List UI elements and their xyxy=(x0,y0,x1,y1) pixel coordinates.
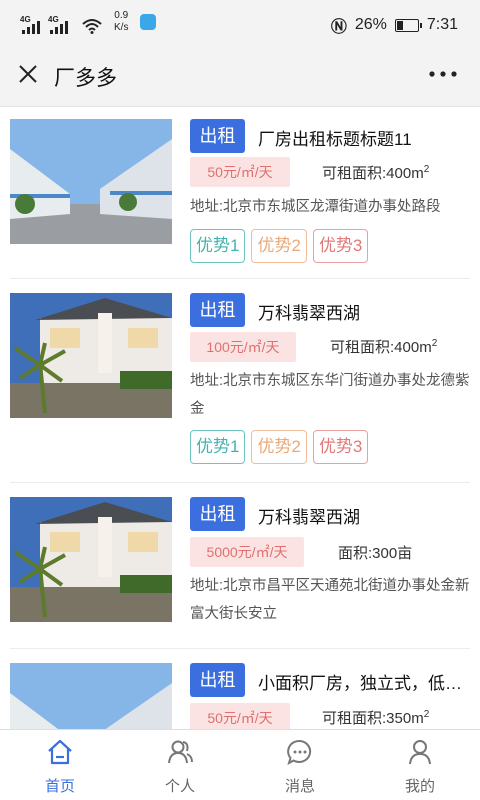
app-screen: 4G 4G 0.9 K/s Ⓝ 26% 7:31 厂多多 出租 厂房出租标题标题… xyxy=(0,0,480,800)
feature-tag: 优势1 xyxy=(190,430,246,464)
notification-app-icon xyxy=(140,14,157,30)
app-header: 厂多多 xyxy=(0,46,480,107)
tab-label: 个人 xyxy=(164,778,195,795)
listing-title: 厂房出租标题标题11 xyxy=(258,130,412,149)
wifi-icon xyxy=(82,19,102,34)
close-icon[interactable] xyxy=(16,62,40,86)
user-icon xyxy=(409,740,431,765)
network-type-1: 4G xyxy=(20,15,31,24)
page-title: 厂多多 xyxy=(54,67,117,90)
home-icon xyxy=(48,739,72,765)
speed-unit: K/s xyxy=(114,22,129,33)
status-right: Ⓝ 26% 7:31 xyxy=(331,13,458,37)
battery-fill xyxy=(396,20,403,30)
listing-card[interactable]: 出租 小面积厂房，独立式，低… 50元/㎡/天 可租面积:350m2 xyxy=(10,649,470,729)
area-text: 可租面积:400m2 xyxy=(330,336,437,357)
area-text: 可租面积:350m2 xyxy=(322,707,429,728)
feature-tags: 优势1 优势2 优势3 xyxy=(190,229,369,263)
area-unit-sup: 2 xyxy=(423,709,430,720)
tab-messages[interactable]: 消息 xyxy=(240,730,360,800)
status-left: 4G 4G 0.9 K/s xyxy=(20,10,157,34)
people-icon xyxy=(168,740,193,764)
bottom-tab-bar: 首页 个人 消息 我的 xyxy=(0,729,480,800)
price-badge: 100元/㎡/天 xyxy=(190,332,296,362)
message-icon xyxy=(287,739,312,766)
area-unit-sup: 2 xyxy=(431,338,438,349)
tab-label: 我的 xyxy=(404,778,435,795)
area-label: 可租面积:400m xyxy=(330,339,432,356)
listing-title: 万科翡翠西湖 xyxy=(258,508,360,527)
feature-tag: 优势2 xyxy=(251,430,307,464)
tab-people[interactable]: 个人 xyxy=(120,730,240,800)
price-badge: 50元/㎡/天 xyxy=(190,157,290,187)
area-label: 可租面积:400m xyxy=(322,165,424,182)
battery-icon xyxy=(394,18,422,32)
feature-tags: 优势1 优势2 优势3 xyxy=(190,430,369,464)
speed-value: 0.9 xyxy=(114,10,129,21)
villa-photo xyxy=(10,497,172,622)
area-unit-sup: 2 xyxy=(423,164,430,175)
listing-card[interactable]: 出租 万科翡翠西湖 5000元/㎡/天 面积:300亩 地址:北京市昌平区天通苑… xyxy=(10,483,470,649)
villa-photo xyxy=(10,293,172,418)
feature-tag: 优势3 xyxy=(312,229,369,263)
rent-badge: 出租 xyxy=(190,119,245,153)
rent-badge: 出租 xyxy=(190,293,245,327)
status-bar: 4G 4G 0.9 K/s Ⓝ 26% 7:31 xyxy=(0,0,480,46)
rent-badge: 出租 xyxy=(190,663,245,697)
signal-icon: 4G xyxy=(48,15,68,34)
area-label: 面积:300亩 xyxy=(338,545,413,562)
feature-tag: 优势1 xyxy=(190,229,246,263)
listing-title: 万科翡翠西湖 xyxy=(258,304,360,323)
price-badge: 50元/㎡/天 xyxy=(190,703,290,729)
more-icon[interactable] xyxy=(428,62,458,86)
address-text: 地址:北京市东城区东华门街道办事处龙德紫金 xyxy=(190,373,470,417)
signal-icon: 4G xyxy=(20,15,40,34)
factory-photo xyxy=(10,663,172,729)
listing-card[interactable]: 出租 厂房出租标题标题11 50元/㎡/天 可租面积:400m2 地址:北京市东… xyxy=(10,107,470,279)
feature-tag: 优势3 xyxy=(312,430,369,464)
area-text: 可租面积:400m2 xyxy=(322,162,429,183)
tab-label: 消息 xyxy=(284,778,315,795)
tab-label: 首页 xyxy=(44,778,75,795)
address-text: 地址:北京市东城区龙潭街道办事处路段 xyxy=(190,199,441,215)
price-badge: 5000元/㎡/天 xyxy=(190,537,304,567)
battery-percent: 26% xyxy=(354,16,387,33)
address-text: 地址:北京市昌平区天通苑北街道办事处金新富大街长安立 xyxy=(190,578,470,622)
nfc-icon: Ⓝ xyxy=(330,19,347,36)
tab-home[interactable]: 首页 xyxy=(0,730,120,800)
clock: 7:31 xyxy=(426,16,458,33)
tab-mine[interactable]: 我的 xyxy=(360,730,480,800)
network-type-2: 4G xyxy=(48,15,59,24)
area-text: 面积:300亩 xyxy=(338,542,412,563)
listing-title: 小面积厂房，独立式，低… xyxy=(258,674,462,693)
factory-photo xyxy=(10,119,172,244)
rent-badge: 出租 xyxy=(190,497,245,531)
feature-tag: 优势2 xyxy=(251,229,307,263)
area-label: 可租面积:350m xyxy=(322,710,424,727)
listing-card[interactable]: 出租 万科翡翠西湖 100元/㎡/天 可租面积:400m2 地址:北京市东城区东… xyxy=(10,279,470,483)
listing-list: 出租 厂房出租标题标题11 50元/㎡/天 可租面积:400m2 地址:北京市东… xyxy=(0,107,480,729)
network-speed: 0.9 K/s xyxy=(114,10,128,34)
